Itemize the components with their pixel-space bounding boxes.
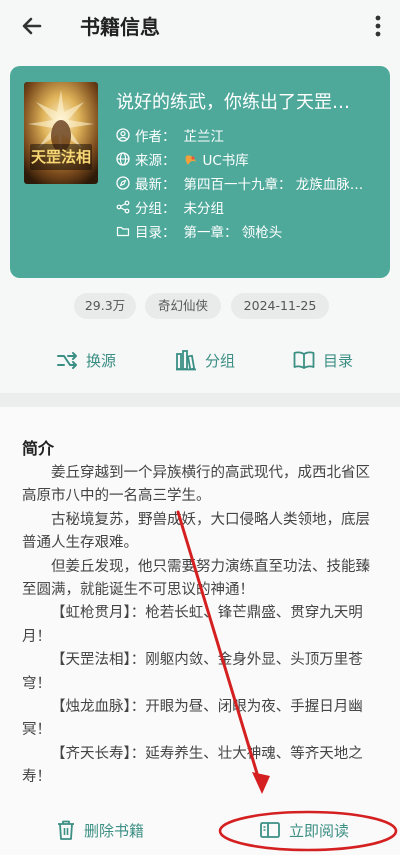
delete-book-label: 删除书籍 [84, 821, 145, 840]
book-info-card: 天罡法相 说好的练武，你练出了天罡… 作者： 芷兰江 来源： UC书库 最新： … [10, 66, 390, 278]
compass-icon [116, 176, 130, 190]
author-label: 作者： [135, 129, 176, 145]
delete-book-button[interactable]: 删除书籍 [56, 815, 144, 845]
source-value-wrap: UC书库 [184, 149, 383, 169]
intro-paragraph: 【天罡法相】：刚躯内敛、金身外显、头顶万里苍穹！ [22, 652, 363, 692]
toc-action-label: 目录 [323, 351, 354, 370]
intro-paragraph: 【虹枪贯月】：枪若长虹、锋芒鼎盛、贯穿九天明月！ [22, 605, 363, 645]
intro-paragraph: 【齐天长寿】：延寿养生、壮大神魂、等齐天地之寿！ [22, 745, 363, 786]
word-count-tag: 29.3万 [74, 293, 136, 319]
intro-paragraph: 古秘境复苏，野兽成妖，大口侵略人类领地，底层普通人生存艰难。 [22, 511, 370, 552]
intro-panel: 简介 姜丘穿越到一个异族横行的高武现代，成西北省区高原市八中的一名高三学生。 古… [0, 407, 400, 855]
more-vertical-icon[interactable] [366, 12, 390, 40]
intro-paragraph: 【烛龙血脉】：开眼为昼、闭眼为夜、手握日月幽冥！ [22, 699, 363, 739]
folder-icon [116, 226, 130, 237]
author-value: 芷兰江 [183, 129, 225, 145]
book-cover[interactable]: 天罡法相 [24, 82, 98, 184]
source-row[interactable]: 来源： UC书库 [116, 148, 382, 170]
arrow-left-icon[interactable] [18, 12, 46, 40]
book-read-icon [260, 822, 280, 838]
source-label: 来源： [135, 153, 176, 169]
change-source-label: 换源 [86, 351, 117, 370]
user-icon [116, 128, 130, 142]
group-value: 未分组 [183, 201, 225, 217]
trash-icon [58, 820, 74, 840]
intro-body[interactable]: 姜丘穿越到一个异族横行的高武现代，成西北省区高原市八中的一名高三学生。 古秘境复… [22, 462, 380, 790]
source-value: UC书库 [202, 153, 249, 169]
open-book-icon [293, 351, 315, 369]
globe-icon [116, 152, 130, 166]
update-date-tag: 2024-11-25 [231, 293, 329, 319]
top-app-bar: 书籍信息 [0, 0, 400, 54]
swap-icon [57, 352, 77, 369]
book-title: 说好的练武，你练出了天罡… [116, 92, 350, 113]
change-source-button[interactable]: 换源 [56, 343, 116, 377]
intro-paragraph: 但姜丘发现，他只需要努力演练直至功法、技能臻至圆满，就能诞生不可思议的神通！ [22, 558, 370, 599]
book-actions: 换源 分组 目录 [0, 343, 400, 377]
section-divider [0, 393, 400, 407]
toc-button[interactable]: 目录 [293, 343, 353, 377]
page-title: 书籍信息 [80, 15, 160, 39]
book-cover-image: 天罡法相 [24, 82, 98, 184]
group-button[interactable]: 分组 [175, 343, 235, 377]
cover-title-text: 天罡法相 [31, 148, 91, 166]
read-now-button[interactable]: 立即阅读 [259, 815, 349, 845]
group-action-label: 分组 [205, 351, 236, 370]
intro-paragraph: 姜丘穿越到一个异族横行的高武现代，成西北省区高原市八中的一名高三学生。 [22, 465, 370, 505]
book-tags: 29.3万 奇幻仙侠 2024-11-25 [0, 293, 400, 319]
latest-value: 第四百一十九章： 龙族血脉… [183, 177, 364, 193]
books-icon [176, 350, 196, 371]
toc-row[interactable]: 目录： 第一章： 领枪头 [116, 220, 382, 242]
intro-heading: 简介 [22, 439, 55, 458]
group-label: 分组： [135, 201, 176, 217]
uc-logo-icon [185, 155, 196, 165]
toc-value: 第一章： 领枪头 [183, 225, 283, 241]
read-now-label: 立即阅读 [289, 821, 350, 840]
author-row[interactable]: 作者： 芷兰江 [116, 124, 382, 146]
group-row[interactable]: 分组： 未分组 [116, 196, 382, 218]
genre-tag: 奇幻仙侠 [145, 293, 221, 319]
toc-label: 目录： [135, 225, 176, 241]
latest-label: 最新： [135, 177, 176, 193]
latest-chapter-row[interactable]: 最新： 第四百一十九章： 龙族血脉… [116, 172, 382, 194]
share-nodes-icon [116, 200, 130, 214]
